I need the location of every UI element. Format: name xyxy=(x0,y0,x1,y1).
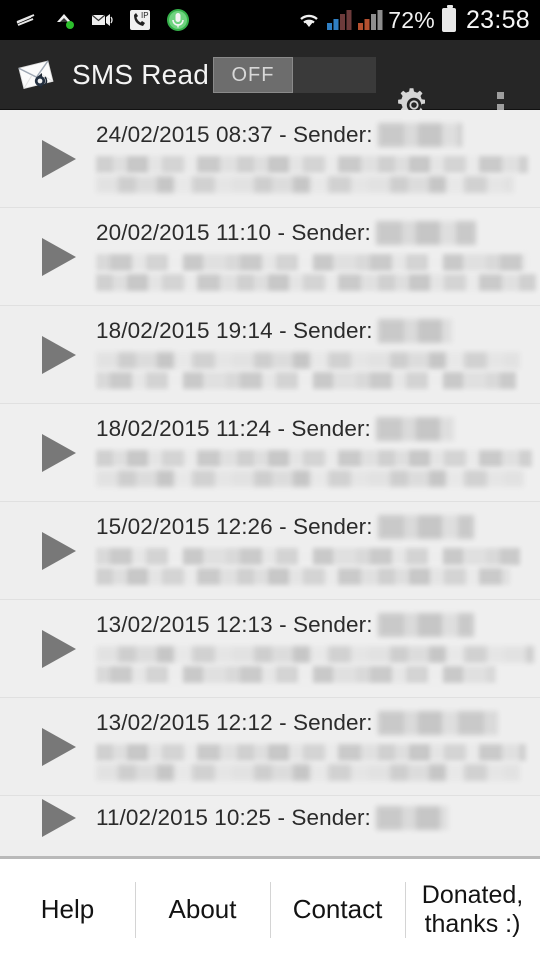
sms-date-sender-label: 18/02/2015 11:24 - Sender: xyxy=(96,415,371,441)
play-icon[interactable] xyxy=(36,528,82,574)
sms-message-line xyxy=(96,763,520,781)
sms-sender-name-redacted xyxy=(377,710,498,735)
sms-date-sender-label: 11/02/2015 10:25 - Sender: xyxy=(96,805,371,830)
sms-message-line xyxy=(96,567,510,585)
sms-date-sender-label: 18/02/2015 19:14 - Sender: xyxy=(96,317,373,343)
sms-message-line xyxy=(96,449,532,467)
sms-message-line xyxy=(96,371,516,389)
sms-row-header: 13/02/2015 12:13 - Sender: xyxy=(96,612,522,638)
sms-sender-name-redacted xyxy=(375,416,454,441)
status-bar-system-icons: 72% 23:58 xyxy=(295,5,540,35)
pencil-strike-icon xyxy=(14,8,38,32)
overflow-dot-1 xyxy=(496,91,504,99)
sms-list-row[interactable]: 13/02/2015 12:12 - Sender: xyxy=(0,698,540,796)
play-icon[interactable] xyxy=(36,332,82,378)
sms-row-header: 11/02/2015 10:25 - Sender: xyxy=(96,805,522,831)
wifi-icon xyxy=(295,8,319,32)
status-bar-notification-icons: IP xyxy=(0,8,295,32)
status-bar-clock: 23:58 xyxy=(465,5,530,34)
play-icon[interactable] xyxy=(36,430,82,476)
footer-donate-button[interactable]: Donated, thanks :) xyxy=(405,874,540,946)
sms-list-row[interactable]: 11/02/2015 10:25 - Sender: xyxy=(0,796,540,840)
sms-list-row[interactable]: 18/02/2015 11:24 - Sender: xyxy=(0,404,540,502)
sms-message-line xyxy=(96,351,520,369)
play-icon[interactable] xyxy=(36,136,82,182)
toggle-thumb[interactable]: OFF xyxy=(213,57,293,93)
sms-list-row[interactable]: 13/02/2015 12:13 - Sender: xyxy=(0,600,540,698)
sms-message-preview-redacted xyxy=(96,645,534,683)
cloud-sync-icon xyxy=(52,8,76,32)
sms-message-line xyxy=(96,645,534,663)
sms-date-sender-label: 13/02/2015 12:13 - Sender: xyxy=(96,611,373,637)
signal-bars-icon-2 xyxy=(357,8,383,32)
sms-sender-name-redacted xyxy=(375,806,448,830)
sms-row-body: 18/02/2015 19:14 - Sender: xyxy=(96,318,540,392)
sms-row-body: 13/02/2015 12:13 - Sender: xyxy=(96,612,540,686)
sms-date-sender-label: 13/02/2015 12:12 - Sender: xyxy=(96,709,373,735)
sms-list[interactable]: 24/02/2015 08:37 - Sender: 20/02/2015 11:… xyxy=(0,110,540,858)
sms-row-body: 18/02/2015 11:24 - Sender: xyxy=(96,416,540,490)
sms-message-preview-redacted xyxy=(96,449,532,487)
sms-row-body: 15/02/2015 12:26 - Sender: xyxy=(96,514,540,588)
app-title: SMS Read xyxy=(72,58,209,90)
sms-list-row[interactable]: 18/02/2015 19:14 - Sender: xyxy=(0,306,540,404)
sms-row-body: 13/02/2015 12:12 - Sender: xyxy=(96,710,540,784)
sms-message-preview-redacted xyxy=(96,253,536,291)
play-icon[interactable] xyxy=(36,724,82,770)
sms-message-preview-redacted xyxy=(96,351,522,389)
mail-speaker-icon xyxy=(90,8,114,32)
sms-message-line xyxy=(96,273,536,291)
status-bar: IP 72% 23:58 xyxy=(0,0,540,40)
app-logo-icon xyxy=(16,54,58,96)
footer-bar: Help About Contact Donated, thanks :) xyxy=(0,859,540,960)
sms-message-preview-redacted xyxy=(96,547,522,585)
sms-date-sender-label: 15/02/2015 12:26 - Sender: xyxy=(96,513,373,539)
sms-date-sender-label: 20/02/2015 11:10 - Sender: xyxy=(96,219,371,245)
sms-row-body: 24/02/2015 08:37 - Sender: xyxy=(96,122,540,196)
sms-sender-name-redacted xyxy=(377,318,452,343)
sms-message-preview-redacted xyxy=(96,743,526,781)
sms-sender-name-redacted xyxy=(377,122,462,147)
sms-row-header: 24/02/2015 08:37 - Sender: xyxy=(96,122,522,148)
sms-row-header: 15/02/2015 12:26 - Sender: xyxy=(96,514,522,540)
sms-message-line xyxy=(96,469,524,487)
toggle-state-label: OFF xyxy=(231,63,275,86)
svg-text:IP: IP xyxy=(141,11,149,20)
app-root: IP 72% 23:58 SMS Read OFF 24/02/2015 08:… xyxy=(0,0,540,960)
sms-date-sender-label: 24/02/2015 08:37 - Sender: xyxy=(96,121,373,147)
sms-row-header: 20/02/2015 11:10 - Sender: xyxy=(96,220,522,246)
sms-list-row[interactable]: 24/02/2015 08:37 - Sender: xyxy=(0,110,540,208)
sms-list-row[interactable]: 20/02/2015 11:10 - Sender: xyxy=(0,208,540,306)
signal-bars-icon-1 xyxy=(326,8,352,32)
footer-contact-button[interactable]: Contact xyxy=(270,874,405,946)
footer-help-button[interactable]: Help xyxy=(0,874,135,946)
sms-sender-name-redacted xyxy=(377,612,474,637)
play-icon[interactable] xyxy=(36,796,82,840)
sms-message-line xyxy=(96,253,526,271)
battery-icon xyxy=(441,5,456,32)
sms-message-preview-redacted xyxy=(96,155,528,193)
sms-sender-name-redacted xyxy=(377,514,474,539)
battery-percent-label: 72% xyxy=(388,6,435,33)
action-bar: SMS Read OFF xyxy=(0,40,540,123)
sms-message-line xyxy=(96,155,528,173)
sms-message-line xyxy=(96,743,526,761)
sms-row-body: 20/02/2015 11:10 - Sender: xyxy=(96,220,540,294)
sms-sender-name-redacted xyxy=(375,220,476,245)
sms-row-header: 13/02/2015 12:12 - Sender: xyxy=(96,710,522,736)
call-ip-icon: IP xyxy=(128,8,152,32)
enable-service-toggle[interactable]: OFF xyxy=(213,57,376,93)
sms-message-line xyxy=(96,175,514,193)
sms-row-body: 11/02/2015 10:25 - Sender: xyxy=(96,805,540,831)
play-icon[interactable] xyxy=(36,234,82,280)
microphone-icon xyxy=(166,8,190,32)
footer-about-button[interactable]: About xyxy=(135,874,270,946)
sms-row-header: 18/02/2015 11:24 - Sender: xyxy=(96,416,522,442)
sms-message-line xyxy=(96,547,520,565)
play-icon[interactable] xyxy=(36,626,82,672)
sms-row-header: 18/02/2015 19:14 - Sender: xyxy=(96,318,522,344)
sms-list-row[interactable]: 15/02/2015 12:26 - Sender: xyxy=(0,502,540,600)
sms-message-line xyxy=(96,665,496,683)
